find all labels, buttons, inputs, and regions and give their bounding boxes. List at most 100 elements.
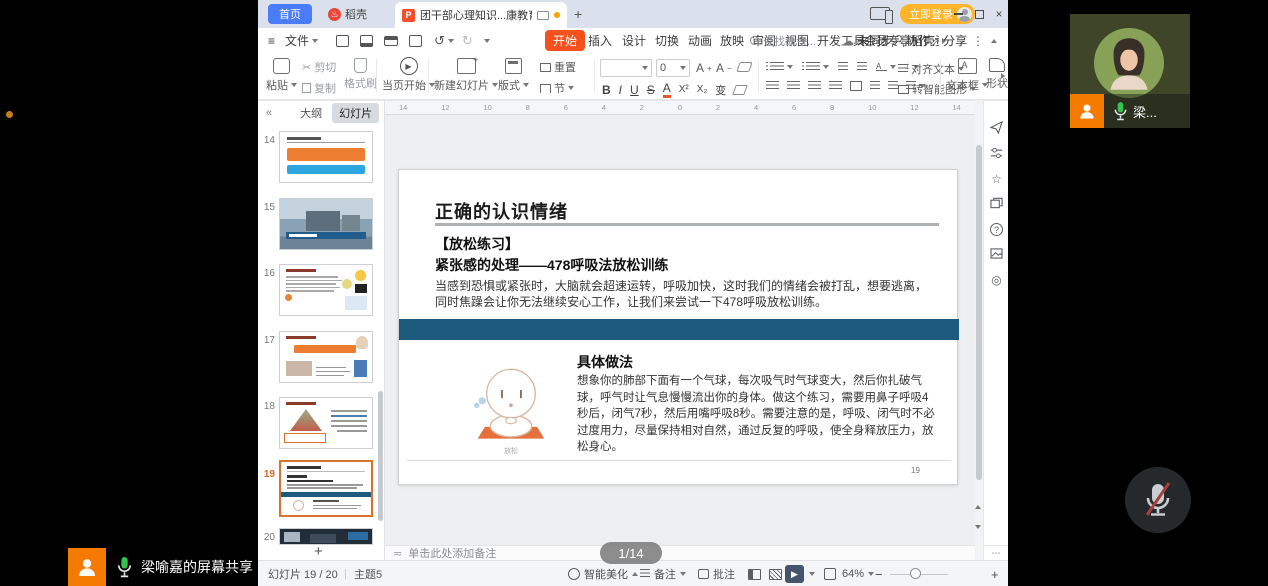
numbered-list-button[interactable]: [802, 62, 829, 72]
notes-bar[interactable]: ≂ 单击此处添加备注: [385, 545, 975, 560]
slide-sorter-view-button[interactable]: [769, 569, 782, 580]
format-painter-button[interactable]: 格式刷: [344, 58, 377, 91]
slideshow-play-button[interactable]: ▶: [785, 565, 804, 583]
tab-slides[interactable]: 幻灯片: [332, 103, 379, 123]
resource-globe-icon[interactable]: ◎: [984, 273, 1009, 287]
font-size-select[interactable]: 0: [656, 59, 690, 77]
highlight-pen-icon[interactable]: [732, 85, 748, 95]
new-tab-button[interactable]: +: [574, 6, 582, 22]
help-icon[interactable]: ?: [984, 222, 1009, 236]
superscript-button[interactable]: X²: [679, 84, 689, 95]
command-search-box[interactable]: 查找命令...: [750, 28, 816, 53]
fit-slide-icon[interactable]: [824, 568, 836, 580]
ribbon-tab-transition[interactable]: 切换: [655, 28, 679, 53]
slide-thumbnail-14[interactable]: [279, 131, 373, 183]
text-direction-button[interactable]: A: [876, 62, 896, 71]
share-button[interactable]: ⇗ 分享: [930, 28, 967, 53]
italic-button[interactable]: I: [619, 83, 622, 97]
add-slide-button[interactable]: +: [314, 543, 323, 560]
save-button[interactable]: [336, 28, 349, 53]
properties-sliders-icon[interactable]: [984, 147, 1009, 162]
justify-button[interactable]: [829, 81, 842, 91]
ribbon-tab-animation[interactable]: 动画: [688, 28, 712, 53]
section-button[interactable]: 节: [540, 80, 574, 96]
cut-button[interactable]: ✂剪切: [302, 59, 336, 75]
ribbon-tab-insert[interactable]: 插入: [588, 28, 612, 53]
align-center-button[interactable]: [787, 81, 800, 91]
distribute-button[interactable]: [850, 81, 862, 91]
align-right-button[interactable]: [808, 81, 821, 91]
zoom-slider-knob[interactable]: [910, 568, 921, 579]
bullet-list-button[interactable]: [766, 62, 793, 72]
maximize-button[interactable]: [972, 7, 986, 21]
docer-tab[interactable]: ♨ 稻壳: [320, 4, 375, 24]
slide-thumbnail-15[interactable]: [279, 198, 373, 250]
text-effect-button[interactable]: 变: [715, 82, 726, 98]
underline-button[interactable]: U: [630, 83, 639, 97]
previous-slide-button[interactable]: [975, 505, 981, 509]
decrease-indent-button[interactable]: [838, 62, 848, 72]
collapse-panel-icon[interactable]: «: [266, 107, 272, 119]
effects-star-icon[interactable]: ☆: [984, 172, 1009, 186]
font-name-select[interactable]: [600, 59, 652, 77]
export-image-icon[interactable]: [984, 248, 1009, 262]
zoom-level[interactable]: 64%: [842, 561, 874, 586]
collapse-ribbon-icon[interactable]: [991, 28, 997, 53]
para-spacing-1-button[interactable]: [870, 81, 880, 91]
new-slide-button[interactable]: + 新建幻灯片: [434, 58, 498, 93]
slide-thumbnail-16[interactable]: [279, 264, 373, 316]
scrollbar-thumb[interactable]: [976, 145, 982, 480]
close-button[interactable]: ×: [992, 7, 1006, 21]
font-color-button[interactable]: A: [663, 81, 671, 98]
ribbon-expand-icon[interactable]: [1001, 73, 1005, 79]
paste-button[interactable]: 粘贴: [266, 58, 297, 93]
export-button[interactable]: [360, 28, 373, 53]
participant-video-panel[interactable]: 梁...: [1070, 14, 1190, 128]
ribbon-tab-slideshow[interactable]: 放映: [720, 28, 744, 53]
layout-button[interactable]: 版式: [498, 58, 529, 93]
devices-icon[interactable]: [870, 7, 890, 20]
quickbar-more-icon[interactable]: [484, 28, 490, 53]
bold-button[interactable]: B: [602, 83, 611, 97]
increase-indent-button[interactable]: [857, 62, 867, 72]
notes-toggle-button[interactable]: 备注: [640, 561, 686, 586]
ribbon-tab-start[interactable]: 开始: [545, 28, 585, 53]
sync-status[interactable]: ☁ 未同步: [842, 28, 893, 53]
theme-label[interactable]: 主题5: [354, 561, 382, 586]
file-menu[interactable]: 文件: [285, 28, 318, 53]
para-spacing-2-button[interactable]: [888, 81, 898, 91]
next-slide-button[interactable]: [975, 525, 981, 529]
collaborate-button[interactable]: 协作: [892, 28, 930, 53]
normal-view-button[interactable]: [748, 569, 761, 580]
zoom-out-button[interactable]: −: [875, 561, 883, 586]
redo-button[interactable]: ↻: [462, 28, 473, 53]
kebab-menu-icon[interactable]: ⋮: [972, 28, 984, 53]
duplicate-slide-icon[interactable]: [984, 197, 1009, 212]
vertical-scrollbar[interactable]: [975, 100, 983, 560]
textbox-button[interactable]: A 文本框: [946, 58, 988, 93]
more-ellipsis-button[interactable]: ⋯: [983, 545, 1008, 560]
reset-button[interactable]: 重置: [540, 59, 576, 75]
smart-beautify-button[interactable]: 智能美化: [568, 561, 638, 586]
ribbon-tab-design[interactable]: 设计: [622, 28, 646, 53]
mute-microphone-button[interactable]: [1125, 467, 1191, 533]
zoom-in-button[interactable]: +: [991, 561, 999, 586]
clear-format-eraser-icon[interactable]: [736, 62, 752, 72]
strikethrough-button[interactable]: S: [647, 83, 655, 97]
document-tab[interactable]: P 团干部心理知识...康教育0504: [395, 2, 567, 28]
print-preview-button[interactable]: [409, 28, 422, 53]
subscript-button[interactable]: X₂: [697, 84, 708, 95]
slide-thumbnail-20[interactable]: [279, 528, 373, 545]
print-button[interactable]: [384, 28, 398, 53]
decrease-font-button[interactable]: A−: [716, 61, 732, 75]
slide-thumbnail-18[interactable]: [279, 397, 373, 449]
slide-thumbnail-17[interactable]: [279, 331, 373, 383]
copy-button[interactable]: 复制: [302, 80, 336, 96]
hamburger-icon[interactable]: ≡: [268, 28, 275, 53]
undo-button[interactable]: ↺: [434, 28, 454, 53]
slide-canvas[interactable]: 正确的认识情绪 【放松练习】 紧张感的处理——478呼吸法放松训练 当感到恐惧或…: [398, 169, 958, 485]
increase-font-button[interactable]: A+: [696, 61, 712, 75]
minimize-button[interactable]: [951, 7, 965, 21]
send-to-device-icon[interactable]: [984, 121, 1009, 137]
home-tab-button[interactable]: 首页: [268, 4, 312, 24]
